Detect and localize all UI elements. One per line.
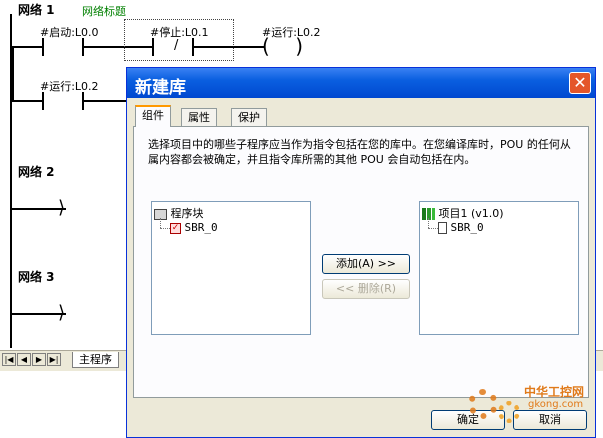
tree-connector [160, 228, 170, 229]
tree-item-program-block[interactable]: 程序块 [154, 205, 204, 221]
network3-title: 网络 3 [18, 270, 55, 284]
contact-start-label: #启动:L0.0 [40, 26, 99, 39]
rung-end-arrow-icon: ⟩ [58, 197, 66, 218]
tree-item-sbr0[interactable]: SBR_0 [438, 221, 484, 234]
contact-stop-label: #停止:L0.1 [150, 26, 209, 39]
tree-item-label: 程序块 [170, 207, 204, 220]
first-tab-icon[interactable]: |◀ [2, 353, 16, 366]
description-text: 选择项目中的哪些子程序应当作为指令包括在您的库中。在您编译库时，POU 的任何从… [148, 138, 571, 166]
rung-end-arrow-icon: ⟩ [58, 302, 66, 323]
network1-title: 网络 1 [18, 3, 55, 17]
cancel-button[interactable]: 取消 [513, 410, 587, 430]
tree-connector [428, 228, 438, 229]
tab-protection[interactable]: 保护 [231, 108, 267, 126]
tab-properties[interactable]: 属性 [181, 108, 217, 126]
tree-item-label: 项目1 (v1.0) [438, 207, 504, 220]
tab-main-program[interactable]: 主程序 [72, 352, 119, 368]
contact-start[interactable] [42, 38, 44, 56]
network2-title: 网络 2 [18, 165, 55, 179]
tree-connector [428, 218, 429, 228]
components-panel: 选择项目中的哪些子程序应当作为指令包括在您的库中。在您编译库时，POU 的任何从… [133, 126, 589, 398]
wire [12, 46, 42, 48]
available-pou-list[interactable]: 程序块 ✓ SBR_0 [151, 201, 311, 335]
contact-stop-symbol: / [174, 38, 179, 53]
network1-comment[interactable]: 网络标题 [82, 3, 126, 19]
tree-item-label: SBR_0 [450, 221, 484, 234]
close-button[interactable]: ✕ [569, 72, 591, 94]
prev-tab-icon[interactable]: ◀ [17, 353, 31, 366]
tree-item-label: SBR_0 [184, 221, 218, 234]
wire [12, 46, 14, 102]
contact-hold[interactable] [42, 92, 44, 110]
tree-item-project[interactable]: 项目1 (v1.0) [422, 205, 504, 221]
tree-item-sbr0[interactable]: ✓ SBR_0 [170, 221, 218, 234]
coil-run[interactable]: ( ) [262, 36, 303, 56]
tab-components[interactable]: 组件 [135, 105, 171, 127]
wire [84, 100, 126, 102]
contact-hold-label: #运行:L0.2 [40, 80, 99, 93]
remove-button[interactable]: << 删除(R) [322, 279, 410, 299]
dialog-footer: 确定 取消 [127, 404, 595, 437]
tree-connector [160, 218, 161, 228]
next-tab-icon[interactable]: ▶ [32, 353, 46, 366]
contact-stop[interactable] [152, 38, 154, 56]
wire [12, 100, 42, 102]
dialog-title: 新建库 [135, 78, 186, 98]
subroutine-checked-icon: ✓ [170, 222, 181, 234]
library-pou-list[interactable]: 项目1 (v1.0) SBR_0 [419, 201, 579, 335]
add-button[interactable]: 添加(A) >> [322, 254, 410, 274]
dialog-titlebar[interactable]: 新建库 ✕ [127, 68, 595, 98]
ok-button[interactable]: 确定 [431, 410, 505, 430]
subroutine-icon [438, 222, 447, 234]
new-library-dialog: 新建库 ✕ 组件 属性 保护 选择项目中的哪些子程序应当作为指令包括在您的库中。… [126, 67, 596, 438]
last-tab-icon[interactable]: ▶| [47, 353, 61, 366]
wire [194, 46, 264, 48]
